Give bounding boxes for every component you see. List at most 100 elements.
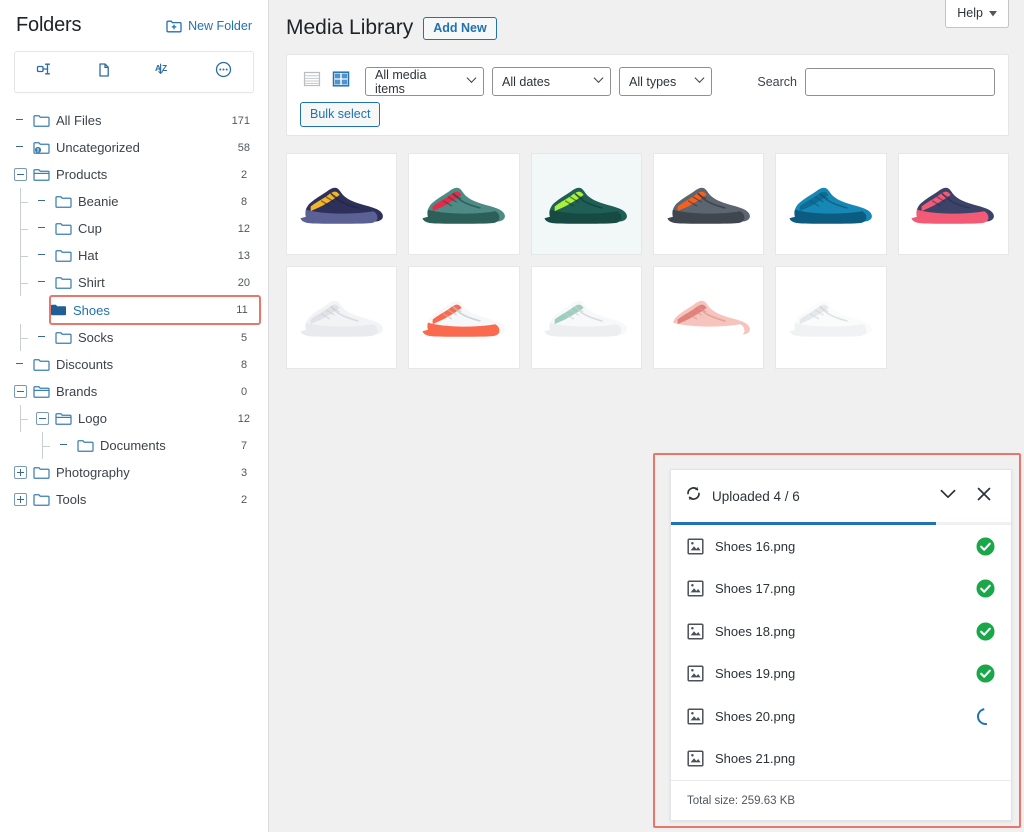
folder-row-hat[interactable]: Hat 13 (0, 242, 268, 269)
upload-total-size: Total size: 259.63 KB (671, 780, 1011, 820)
folder-icon (55, 249, 72, 263)
folder-item-count: 12 (233, 221, 254, 236)
new-folder-icon (166, 19, 182, 33)
folder-label: Brands (56, 384, 98, 399)
media-tile-shoe-navy-pink[interactable] (897, 153, 1009, 256)
sort-az-icon-button[interactable]: AZ (134, 52, 194, 92)
folder-filled-icon (50, 303, 67, 317)
page-header: Media Library Add New (269, 0, 1024, 40)
folder-item-count: 0 (234, 384, 254, 399)
list-view-icon (303, 70, 321, 93)
organize-tree-icon-button[interactable] (15, 52, 75, 92)
upload-status-panel: Uploaded 4 / 6 Shoes 16.png Shoes 17.png S… (670, 469, 1012, 821)
more-options-icon-button[interactable] (194, 52, 254, 92)
media-tile-shoe-white-plain[interactable] (775, 266, 887, 369)
collapse-icon[interactable] (14, 385, 27, 398)
new-folder-label: New Folder (188, 18, 252, 33)
folder-label: Tools (56, 492, 87, 507)
tree-guide-tick (20, 228, 28, 230)
help-container: Help (945, 0, 1009, 28)
folder-label: Uncategorized (56, 140, 140, 155)
folder-row-documents[interactable]: Documents 7 (0, 432, 268, 459)
folder-row-tools[interactable]: Tools 2 (0, 486, 268, 513)
list-view-icon-button[interactable] (300, 70, 324, 94)
media-tile-shoe-orange-grey[interactable] (653, 153, 765, 256)
folder-label: All Files (56, 113, 102, 128)
help-button[interactable]: Help (945, 0, 1009, 28)
upload-file-row: Shoes 20.png (671, 695, 1011, 738)
folder-label: Beanie (78, 194, 119, 209)
folder-row-photography[interactable]: Photography 3 (0, 459, 268, 486)
chevron-down-icon (940, 487, 956, 505)
media-tile-shoe-white-mint[interactable] (530, 266, 642, 369)
folder-row-cup[interactable]: Cup 12 (0, 215, 268, 242)
new-file-icon-button[interactable] (75, 52, 135, 92)
types-select[interactable]: All types (619, 67, 712, 96)
folder-label: Shoes (73, 302, 110, 318)
media-tile-shoe-white-coral[interactable] (408, 266, 520, 369)
folder-label: Logo (78, 411, 107, 426)
folder-label: Socks (78, 330, 114, 345)
upload-file-name: Shoes 16.png (715, 538, 796, 554)
folder-item-count: 12 (233, 411, 254, 426)
upload-file-row: Shoes 17.png (671, 568, 1011, 611)
media-items-select[interactable]: All media items (365, 67, 484, 96)
upload-collapse-button[interactable] (935, 483, 961, 509)
media-tile-shoe-green-lime[interactable] (530, 153, 642, 256)
collapse-icon[interactable] (36, 412, 49, 425)
filter-row: All media items All dates All types Sear… (300, 67, 995, 96)
add-new-button[interactable]: Add New (423, 16, 497, 40)
media-tile-shoe-pink[interactable] (653, 266, 765, 369)
folder-row-uncategorized[interactable]: Uncategorized 58 (0, 134, 268, 161)
folder-row-socks[interactable]: Socks 5 (0, 324, 268, 351)
folder-label: Photography (56, 465, 130, 480)
grid-view-icon (332, 70, 350, 93)
new-folder-button[interactable]: New Folder (166, 19, 252, 33)
sort-az-icon: AZ (153, 61, 175, 84)
folder-row-shirt[interactable]: Shirt 20 (0, 269, 268, 296)
folder-item-count: 2 (234, 167, 254, 182)
dates-select[interactable]: All dates (492, 67, 611, 96)
folder-item-count: 11 (232, 303, 252, 317)
folder-row-shoes[interactable]: Shoes 11 (49, 295, 261, 325)
upload-file-row: Shoes 21.png (671, 738, 1011, 781)
folder-row-beanie[interactable]: Beanie 8 (0, 188, 268, 215)
upload-close-button[interactable] (971, 483, 997, 509)
collapse-icon[interactable] (14, 168, 27, 181)
upload-file-row: Shoes 18.png (671, 610, 1011, 653)
folder-item-count: 5 (234, 330, 254, 345)
folder-row-products[interactable]: Products 2 (0, 161, 268, 188)
media-tile-shoe-white-grey[interactable] (286, 266, 398, 369)
refresh-icon (685, 485, 702, 507)
folder-row-brands[interactable]: Brands 0 (0, 378, 268, 405)
image-file-icon (687, 708, 704, 725)
media-tile-shoe-teal-red[interactable] (408, 153, 520, 256)
tree-spacer (36, 331, 49, 344)
grid-view-icon-button[interactable] (329, 70, 353, 94)
folder-item-count: 171 (227, 113, 254, 128)
folder-row-logo[interactable]: Logo 12 (0, 405, 268, 432)
expand-icon[interactable] (14, 493, 27, 506)
upload-file-name: Shoes 18.png (715, 623, 796, 639)
media-tile-shoe-blue[interactable] (775, 153, 887, 256)
folder-row-discounts[interactable]: Discounts 8 (0, 351, 268, 378)
upload-file-name: Shoes 21.png (715, 751, 796, 767)
folder-label: Hat (78, 248, 99, 263)
bulk-select-button[interactable]: Bulk select (300, 102, 381, 127)
new-file-icon (95, 61, 113, 84)
folder-icon (55, 222, 72, 236)
upload-success-icon (976, 579, 995, 598)
media-library-app: Folders New Folder AZ All Files 171 Unca… (0, 0, 1024, 832)
upload-file-name: Shoes 19.png (715, 666, 796, 682)
folder-row-all-files[interactable]: All Files 171 (0, 107, 268, 134)
folder-tree: All Files 171 Uncategorized 58 Products 2 Bean… (0, 105, 268, 832)
folder-icon (55, 276, 72, 290)
folders-sidebar: Folders New Folder AZ All Files 171 Unca… (0, 0, 269, 832)
folder-label: Shirt (78, 275, 105, 290)
folder-icon (33, 466, 50, 480)
sidebar-title: Folders (16, 14, 82, 36)
search-input[interactable] (805, 67, 995, 96)
expand-icon[interactable] (14, 466, 27, 479)
folder-item-count: 20 (233, 275, 254, 290)
media-tile-shoe-navy-yellow[interactable] (286, 153, 398, 256)
